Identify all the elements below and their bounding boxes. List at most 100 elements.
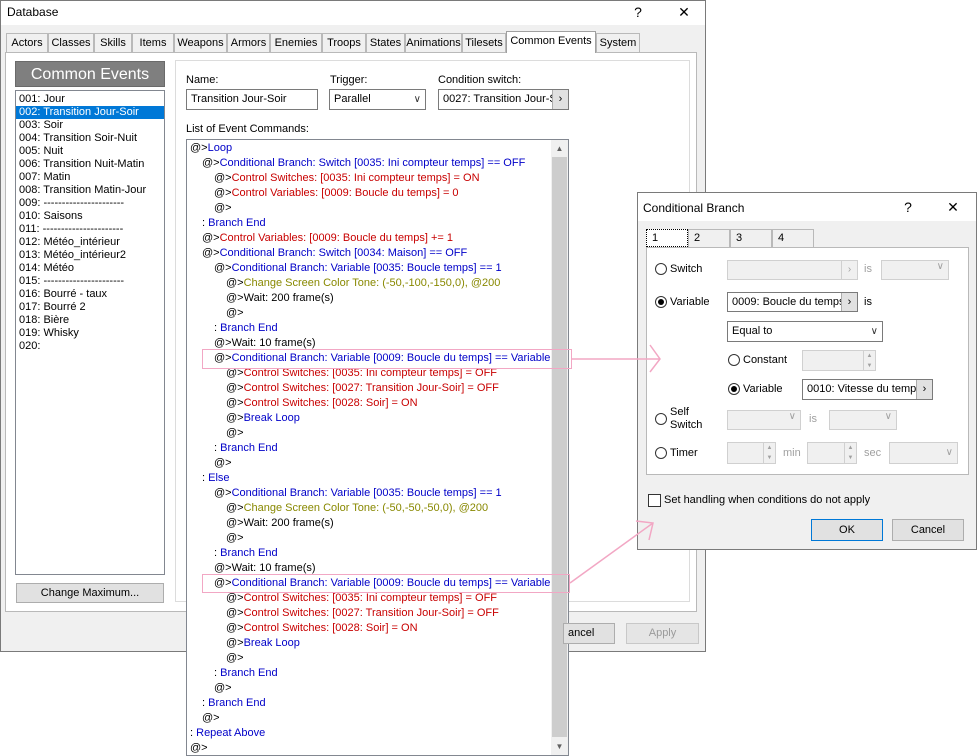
event-command-line[interactable]: @> xyxy=(226,651,244,666)
event-command-line[interactable]: : Branch End xyxy=(214,321,278,336)
tab-classes[interactable]: Classes xyxy=(48,33,94,52)
name-input[interactable]: Transition Jour-Soir xyxy=(186,89,318,110)
event-command-line[interactable]: : Branch End xyxy=(202,216,266,231)
chevron-right-icon[interactable]: › xyxy=(841,261,857,279)
variable-field[interactable]: 0009: Boucle du temps › xyxy=(727,292,858,312)
event-command-line[interactable]: @>Conditional Branch: Variable [0035: Bo… xyxy=(214,261,502,276)
tab-system[interactable]: System xyxy=(596,33,640,52)
common-event-item[interactable]: 004: Transition Soir-Nuit xyxy=(16,132,164,145)
common-event-item[interactable]: 014: Météo xyxy=(16,262,164,275)
common-event-item[interactable]: 019: Whisky xyxy=(16,327,164,340)
switch-radio[interactable] xyxy=(655,263,667,275)
event-command-line[interactable]: @>Conditional Branch: Switch [0035: Ini … xyxy=(202,156,525,171)
close-button[interactable]: ✕ xyxy=(936,197,970,217)
common-event-item[interactable]: 003: Soir xyxy=(16,119,164,132)
variable-operand-field[interactable]: 0010: Vitesse du temps › xyxy=(802,379,933,400)
event-command-line[interactable]: : Branch End xyxy=(202,696,266,711)
self-switch-state-select[interactable]: ∨ xyxy=(829,410,897,430)
scroll-down-icon[interactable]: ▼ xyxy=(551,738,568,755)
common-event-item[interactable]: 011: ---------------------- xyxy=(16,223,164,236)
condition-tab-4[interactable]: 4 xyxy=(772,229,814,247)
common-event-item[interactable]: 002: Transition Jour-Soir xyxy=(16,106,164,119)
event-command-line[interactable]: @>Break Loop xyxy=(226,411,300,426)
event-command-line[interactable]: @> xyxy=(214,681,232,696)
event-command-line[interactable]: @>Control Switches: [0028: Soir] = ON xyxy=(226,396,418,411)
event-command-line[interactable]: @> xyxy=(190,741,208,755)
common-event-item[interactable]: 001: Jour xyxy=(16,93,164,106)
ok-button[interactable]: OK xyxy=(811,519,883,541)
timer-radio[interactable] xyxy=(655,447,667,459)
self-switch-select[interactable]: ∨ xyxy=(727,410,801,430)
event-command-line[interactable]: @>Break Loop xyxy=(226,636,300,651)
common-events-list[interactable]: 001: Jour 002: Transition Jour-Soir 003: S… xyxy=(15,90,165,575)
tab-tilesets[interactable]: Tilesets xyxy=(462,33,506,52)
common-event-item[interactable]: 010: Saisons xyxy=(16,210,164,223)
event-command-line[interactable]: @> xyxy=(202,711,220,726)
event-command-line[interactable]: : Branch End xyxy=(214,666,278,681)
tab-troops[interactable]: Troops xyxy=(322,33,366,52)
condition-switch-field[interactable]: 0027: Transition Jour-Soir › xyxy=(438,89,569,110)
tab-skills[interactable]: Skills xyxy=(94,33,132,52)
database-cancel-button[interactable]: ancel xyxy=(563,623,615,644)
condition-tab-2[interactable]: 2 xyxy=(688,229,730,247)
help-button[interactable]: ? xyxy=(891,197,925,217)
event-commands-list[interactable]: @>Loop @>Conditional Branch: Switch [0035… xyxy=(186,139,569,756)
tab-common-events[interactable]: Common Events xyxy=(506,31,596,53)
timer-sec-input[interactable]: ▲ ▼ xyxy=(807,442,857,464)
event-command-line[interactable]: @>Change Screen Color Tone: (-50,-50,-50… xyxy=(226,501,488,516)
event-command-line[interactable]: @>Control Switches: [0035: Ini compteur … xyxy=(214,171,480,186)
self-switch-radio[interactable] xyxy=(655,413,667,425)
event-command-line[interactable]: : Branch End xyxy=(214,441,278,456)
event-command-line[interactable]: : Repeat Above xyxy=(190,726,265,741)
event-command-line[interactable]: @>Control Switches: [0027: Transition Jo… xyxy=(226,606,499,621)
event-command-line[interactable]: @> xyxy=(226,306,244,321)
common-event-item[interactable]: 009: ---------------------- xyxy=(16,197,164,210)
spinner-icon[interactable]: ▲ ▼ xyxy=(844,443,856,463)
switch-field[interactable]: › xyxy=(727,260,858,280)
event-command-line[interactable]: @>Conditional Branch: Variable [0035: Bo… xyxy=(214,486,502,501)
constant-input[interactable]: ▲ ▼ xyxy=(802,350,876,371)
event-command-line[interactable]: @> xyxy=(226,426,244,441)
event-command-line[interactable]: @> xyxy=(214,201,232,216)
tab-states[interactable]: States xyxy=(366,33,405,52)
close-button[interactable]: ✕ xyxy=(667,2,701,22)
common-event-item[interactable]: 006: Transition Nuit-Matin xyxy=(16,158,164,171)
common-event-item[interactable]: 012: Météo_intérieur xyxy=(16,236,164,249)
event-command-line[interactable]: @>Wait: 200 frame(s) xyxy=(226,516,334,531)
variable-radio[interactable] xyxy=(655,296,667,308)
event-command-line[interactable]: @>Control Switches: [0027: Transition Jo… xyxy=(226,381,499,396)
trigger-select[interactable]: Parallel ∨ xyxy=(329,89,426,110)
common-event-item[interactable]: 018: Bière xyxy=(16,314,164,327)
common-event-item[interactable]: 013: Météo_intérieur2 xyxy=(16,249,164,262)
tab-weapons[interactable]: Weapons xyxy=(174,33,227,52)
constant-radio[interactable] xyxy=(728,354,740,366)
tab-enemies[interactable]: Enemies xyxy=(270,33,322,52)
event-command-line[interactable]: @>Change Screen Color Tone: (-50,-100,-1… xyxy=(226,276,500,291)
event-command-line[interactable]: @> xyxy=(226,531,244,546)
tab-actors[interactable]: Actors xyxy=(6,33,48,52)
chevron-right-icon[interactable]: › xyxy=(841,293,857,311)
condition-tab-1[interactable]: 1 xyxy=(646,229,688,247)
change-maximum-button[interactable]: Change Maximum... xyxy=(16,583,164,603)
common-event-item[interactable]: 008: Transition Matin-Jour xyxy=(16,184,164,197)
event-command-line[interactable]: @> xyxy=(214,456,232,471)
common-event-item[interactable]: 007: Matin xyxy=(16,171,164,184)
event-command-line[interactable]: @>Control Variables: [0009: Boucle du te… xyxy=(214,186,459,201)
tab-armors[interactable]: Armors xyxy=(227,33,270,52)
else-handling-checkbox[interactable] xyxy=(648,494,661,507)
common-event-item[interactable]: 015: ---------------------- xyxy=(16,275,164,288)
scroll-up-icon[interactable]: ▲ xyxy=(551,140,568,157)
tab-animations[interactable]: Animations xyxy=(405,33,462,52)
common-event-item[interactable]: 016: Bourré - taux xyxy=(16,288,164,301)
timer-compare-select[interactable]: ∨ xyxy=(889,442,958,464)
chevron-right-icon[interactable]: › xyxy=(916,380,932,399)
event-command-line[interactable]: @>Wait: 200 frame(s) xyxy=(226,291,334,306)
event-command-line[interactable]: @>Conditional Branch: Switch [0034: Mais… xyxy=(202,246,467,261)
common-event-item[interactable]: 005: Nuit xyxy=(16,145,164,158)
cancel-button[interactable]: Cancel xyxy=(892,519,964,541)
event-command-line[interactable]: : Else xyxy=(202,471,230,486)
event-command-line[interactable]: @>Loop xyxy=(190,141,232,156)
chevron-right-icon[interactable]: › xyxy=(552,90,568,109)
scrollbar-thumb[interactable] xyxy=(552,157,567,737)
condition-tab-3[interactable]: 3 xyxy=(730,229,772,247)
